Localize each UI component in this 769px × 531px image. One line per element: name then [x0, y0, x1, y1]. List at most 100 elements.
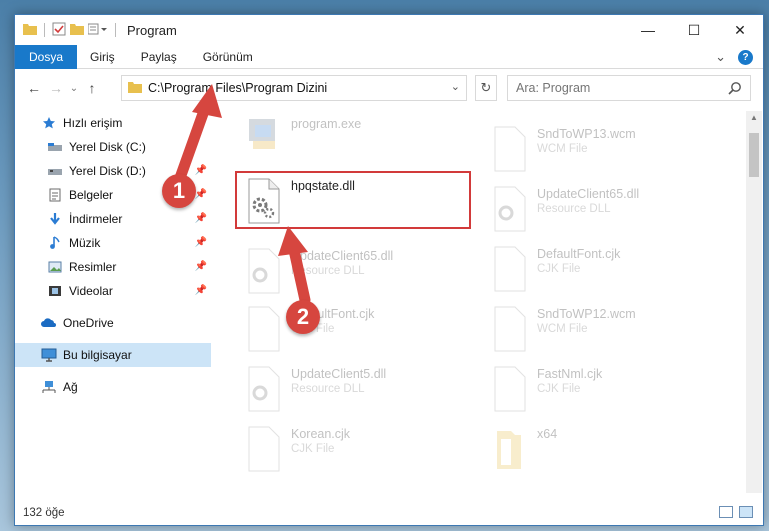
onedrive-icon [41, 315, 57, 331]
pin-icon: 📌 [194, 237, 207, 248]
folder-icon [128, 81, 142, 96]
documents-icon [47, 187, 63, 203]
address-path[interactable]: C:\Program Files\Program Dizini [148, 81, 327, 95]
file-icon [243, 305, 283, 353]
sidebar-item-network[interactable]: Ağ [15, 375, 211, 399]
pin-icon: 📌 [194, 189, 207, 200]
sidebar-item-label: Yerel Disk (D:) [69, 164, 146, 178]
file-name: FastNml.cjk [537, 367, 603, 381]
status-bar: 132 öğe [15, 501, 763, 525]
help-icon[interactable]: ? [738, 49, 753, 65]
list-item[interactable]: SndToWP12.wcm WCM File [489, 305, 729, 359]
file-name: SndToWP12.wcm [537, 307, 636, 321]
properties-icon[interactable] [52, 22, 66, 39]
list-item[interactable]: Korean.cjk CJK File [243, 425, 483, 479]
file-type: Resource DLL [291, 383, 365, 395]
tab-view[interactable]: Görünüm [190, 45, 266, 69]
view-switcher [719, 506, 753, 518]
file-icon [489, 305, 529, 353]
computer-icon [41, 347, 57, 363]
file-name: UpdateClient65.dll [537, 187, 640, 201]
item-count: 132 öğe [23, 507, 65, 519]
quick-access-toolbar [15, 22, 119, 39]
tab-file[interactable]: Dosya [15, 44, 78, 69]
ribbon-right-controls: ⌄ ? [715, 49, 753, 65]
back-button[interactable]: ← [23, 76, 45, 100]
sidebar-item-this-pc[interactable]: Bu bilgisayar [15, 343, 211, 367]
list-item[interactable]: UpdateClient65.dll Resource DLL [243, 247, 483, 301]
file-type: WCM File [537, 143, 588, 155]
refresh-button[interactable]: ↻ [475, 75, 497, 101]
search-icon[interactable] [728, 81, 742, 98]
list-item[interactable]: program.exe [243, 115, 483, 169]
sidebar-item-label: Yerel Disk (C:) [69, 140, 146, 154]
sidebar-item-downloads[interactable]: İndirmeler 📌 [15, 207, 211, 231]
videos-icon [47, 283, 63, 299]
file-type: WCM File [537, 323, 588, 335]
sidebar-item-label: Bu bilgisayar [63, 348, 132, 362]
downloads-icon [47, 211, 63, 227]
file-type: CJK File [291, 443, 335, 455]
dll-icon [489, 185, 529, 233]
list-item[interactable]: FastNml.cjk CJK File [489, 365, 729, 419]
sidebar-item-pictures[interactable]: Resimler 📌 [15, 255, 211, 279]
tab-share[interactable]: Paylaş [128, 45, 190, 69]
details-view-icon[interactable] [719, 506, 733, 518]
customize-toolbar-icon[interactable] [87, 23, 108, 38]
recent-locations-button[interactable]: ⌄ [67, 76, 81, 100]
folder-icon [489, 425, 529, 473]
navigation-bar: ← → ⌄ ↑ C:\Program Files\Program Dizini … [15, 73, 763, 103]
file-icon [489, 245, 529, 293]
large-icons-view-icon[interactable] [739, 506, 753, 518]
forward-button[interactable]: → [45, 76, 67, 100]
vertical-scrollbar[interactable]: ▲ [746, 111, 762, 493]
sidebar-item-label: Müzik [69, 236, 101, 250]
network-icon [41, 379, 57, 395]
sidebar-item-local-disk-c[interactable]: Yerel Disk (C:) [15, 135, 211, 159]
sidebar-item-label: Hızlı erişim [63, 116, 123, 130]
scrollbar-thumb[interactable] [749, 133, 759, 177]
address-bar[interactable]: C:\Program Files\Program Dizini ⌄ [121, 75, 467, 101]
window-controls: — ☐ ✕ [625, 15, 763, 45]
pin-icon: 📌 [194, 261, 207, 272]
sidebar-item-label: Belgeler [69, 188, 114, 202]
sidebar-item-onedrive[interactable]: OneDrive [15, 311, 211, 335]
up-button[interactable]: ↑ [81, 76, 103, 100]
sidebar-item-quick-access[interactable]: Hızlı erişim [15, 111, 211, 135]
file-name: UpdateClient5.dll [291, 367, 387, 381]
file-type: Resource DLL [537, 203, 611, 215]
search-box[interactable] [507, 75, 751, 101]
sidebar-item-music[interactable]: Müzik 📌 [15, 231, 211, 255]
scroll-up-icon[interactable]: ▲ [746, 113, 762, 122]
expand-ribbon-icon[interactable]: ⌄ [715, 49, 726, 65]
close-button[interactable]: ✕ [717, 15, 763, 45]
navigation-pane: Hızlı erişim Yerel Disk (C:) Yerel Disk … [15, 111, 211, 501]
tab-home[interactable]: Giriş [77, 45, 128, 69]
sidebar-item-videos[interactable]: Videolar 📌 [15, 279, 211, 303]
list-item[interactable]: UpdateClient65.dll Resource DLL [489, 185, 729, 239]
music-icon [47, 235, 63, 251]
maximize-button[interactable]: ☐ [671, 15, 717, 45]
pin-icon: 📌 [194, 285, 207, 296]
list-item[interactable]: UpdateClient5.dll Resource DLL [243, 365, 483, 419]
star-icon [41, 115, 57, 131]
address-dropdown-icon[interactable]: ⌄ [451, 80, 460, 93]
list-item[interactable]: DefaultFont.cjkCJK File [489, 245, 729, 299]
new-folder-icon[interactable] [70, 23, 84, 38]
exe-icon [243, 115, 283, 163]
file-icon [489, 365, 529, 413]
list-item[interactable]: SndToWP13.wcm WCM File [489, 125, 729, 179]
pictures-icon [47, 259, 63, 275]
sidebar-item-label: Ağ [63, 380, 78, 394]
step-badge-2: 2 [286, 300, 320, 334]
file-icon [489, 125, 529, 173]
sidebar-item-label: Resimler [69, 260, 117, 274]
step-badge-1: 1 [162, 174, 196, 208]
list-item[interactable]: DefaultFont.cjkCJK File [243, 305, 483, 359]
list-item[interactable]: x64 [489, 425, 729, 479]
minimize-button[interactable]: — [625, 15, 671, 45]
file-name: DefaultFont.cjk [537, 247, 621, 261]
file-name: x64 [537, 427, 558, 441]
search-input[interactable] [516, 81, 716, 95]
